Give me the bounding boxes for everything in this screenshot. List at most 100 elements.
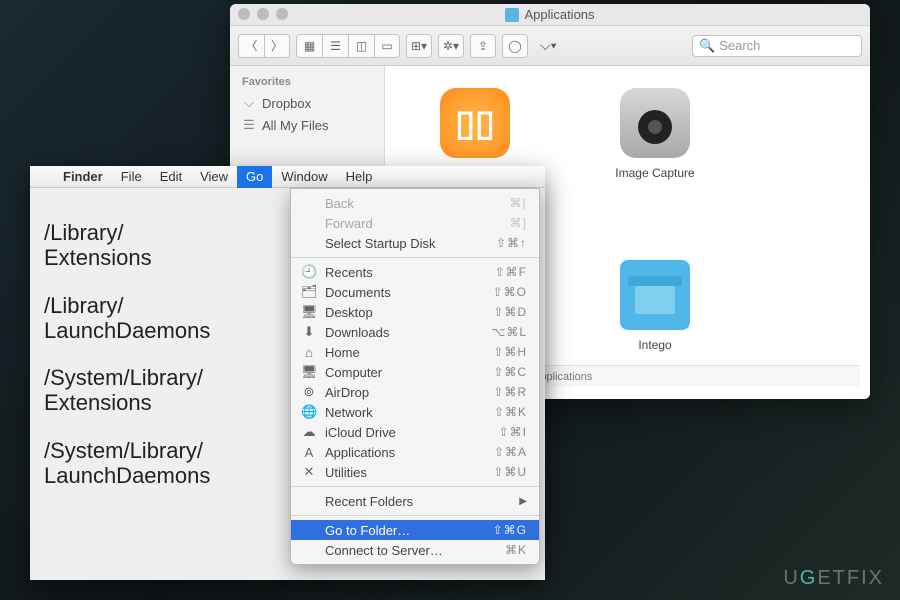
menu-item-network[interactable]: 🌐Network⇧⌘K <box>291 402 539 422</box>
app-image-capture[interactable]: Image Capture <box>605 88 705 180</box>
search-placeholder: Search <box>719 38 760 53</box>
sidebar-item-dropbox[interactable]: ⌵ Dropbox <box>230 92 384 114</box>
menu-item-label: Recent Folders <box>325 494 511 509</box>
menu-item-icon: ⬇ <box>301 324 317 340</box>
menu-item-downloads[interactable]: ⬇ Downloads ⌥⌘L <box>291 322 539 342</box>
menu-item-home[interactable]: ⌂Home⇧⌘H <box>291 342 539 362</box>
menu-item-documents[interactable]: 🗂 Documents ⇧⌘O <box>291 282 539 302</box>
menu-item-shortcut: ⇧⌘K <box>494 405 527 419</box>
forward-button[interactable]: 〉 <box>264 34 290 58</box>
menu-item-forward: Forward ⌘] <box>291 213 539 233</box>
menu-item-utilities[interactable]: ✕Utilities⇧⌘U <box>291 462 539 482</box>
menu-item-icloud-drive[interactable]: ☁ iCloud Drive ⇧⌘I <box>291 422 539 442</box>
menu-item-label: Recents <box>325 265 487 280</box>
menu-separator <box>291 515 539 516</box>
menu-separator <box>291 257 539 258</box>
menu-item-label: AirDrop <box>325 385 485 400</box>
menu-item-label: Desktop <box>325 305 485 320</box>
menu-item-icon: 🖥 <box>301 364 317 380</box>
app-intego[interactable]: Intego <box>605 260 705 352</box>
folder-icon <box>505 8 519 22</box>
app-label: Intego <box>638 338 671 352</box>
chevron-right-icon: ▶ <box>519 496 527 507</box>
sidebar-item-allmyfiles[interactable]: ☰ All My Files <box>230 114 384 136</box>
menu-item-icon: A <box>301 445 317 460</box>
menubar-go[interactable]: Go <box>237 166 272 188</box>
menu-item-label: Go to Folder… <box>325 523 485 538</box>
list-view-button[interactable]: ☰ <box>322 34 348 58</box>
menu-item-shortcut: ⌘K <box>505 543 527 557</box>
window-title: Applications <box>505 7 594 22</box>
menubar-edit[interactable]: Edit <box>151 166 191 188</box>
menu-item-applications[interactable]: AApplications⇧⌘A <box>291 442 539 462</box>
menu-item-shortcut: ⇧⌘G <box>493 523 527 537</box>
menu-item-icon: ☁ <box>301 424 317 440</box>
menu-item-shortcut: ⌘] <box>510 216 527 230</box>
menu-item-shortcut: ⇧⌘U <box>493 465 527 479</box>
menu-item-desktop[interactable]: 🖥 Desktop ⇧⌘D <box>291 302 539 322</box>
path-text: /Library/ Extensions <box>44 220 210 271</box>
sidebar-item-label: All My Files <box>262 118 328 133</box>
menu-item-shortcut: ⇧⌘O <box>493 285 527 299</box>
menu-item-shortcut: ⇧⌘R <box>493 385 527 399</box>
dropbox-toolbar-icon[interactable]: ⌵▾ <box>534 37 563 54</box>
column-view-button[interactable]: ◫ <box>348 34 374 58</box>
menubar-view[interactable]: View <box>191 166 237 188</box>
menu-item-recents[interactable]: 🕘Recents⇧⌘F <box>291 262 539 282</box>
camera-icon <box>620 88 690 158</box>
menubar-window[interactable]: Window <box>272 166 336 188</box>
menubar-help[interactable]: Help <box>337 166 382 188</box>
menu-item-label: Select Startup Disk <box>325 236 488 251</box>
menu-item-shortcut: ⇧⌘A <box>494 445 527 459</box>
ibooks-icon: ▯▯ <box>440 88 510 158</box>
path-text: /Library/ LaunchDaemons <box>44 293 210 344</box>
menu-item-shortcut: ⌥⌘L <box>491 325 527 339</box>
menu-item-go-to-folder-[interactable]: Go to Folder… ⇧⌘G <box>291 520 539 540</box>
menu-item-shortcut: ⇧⌘D <box>493 305 527 319</box>
menu-item-label: Downloads <box>325 325 483 340</box>
menu-item-label: Back <box>325 196 502 211</box>
allfiles-icon: ☰ <box>242 117 256 133</box>
menu-item-icon: 🗂 <box>301 284 317 300</box>
menu-item-shortcut: ⇧⌘I <box>499 425 527 439</box>
menu-item-select-startup-disk[interactable]: Select Startup Disk⇧⌘↑ <box>291 233 539 253</box>
menu-item-icon: 🖥 <box>301 304 317 320</box>
app-label: Image Capture <box>615 166 694 180</box>
arrange-button[interactable]: ⊞▾ <box>406 34 432 58</box>
menu-item-label: Home <box>325 345 485 360</box>
gallery-view-button[interactable]: ▭ <box>374 34 400 58</box>
path-text: /System/Library/ Extensions <box>44 365 210 416</box>
action-button[interactable]: ✲▾ <box>438 34 464 58</box>
icon-view-button[interactable]: ▦ <box>296 34 322 58</box>
menubar-appname[interactable]: Finder <box>54 166 112 188</box>
window-controls[interactable] <box>238 8 288 20</box>
path-text: /System/Library/ LaunchDaemons <box>44 438 210 489</box>
menu-item-label: iCloud Drive <box>325 425 491 440</box>
tags-button[interactable]: ◯ <box>502 34 528 58</box>
view-buttons: ▦ ☰ ◫ ▭ <box>296 34 400 58</box>
zoom-icon[interactable] <box>276 8 288 20</box>
menu-item-icon: ✕ <box>301 464 317 480</box>
menu-item-recent-folders[interactable]: Recent Folders ▶ <box>291 491 539 511</box>
dropbox-icon: ⌵ <box>242 95 256 111</box>
back-button[interactable]: 〈 <box>238 34 264 58</box>
minimize-icon[interactable] <box>257 8 269 20</box>
menu-item-airdrop[interactable]: ⊚AirDrop⇧⌘R <box>291 382 539 402</box>
search-icon: 🔍 <box>699 38 715 54</box>
menubar-file[interactable]: File <box>112 166 151 188</box>
folder-app-icon <box>620 260 690 330</box>
search-input[interactable]: 🔍 Search <box>692 35 862 57</box>
menu-item-computer[interactable]: 🖥Computer⇧⌘C <box>291 362 539 382</box>
share-button[interactable]: ⇪ <box>470 34 496 58</box>
menu-separator <box>291 486 539 487</box>
nav-buttons: 〈 〉 <box>238 34 290 58</box>
menu-item-label: Computer <box>325 365 485 380</box>
menu-item-label: Forward <box>325 216 502 231</box>
sidebar-item-label: Dropbox <box>262 96 311 111</box>
menu-item-shortcut: ⇧⌘F <box>495 265 527 279</box>
finder-toolbar: 〈 〉 ▦ ☰ ◫ ▭ ⊞▾ ✲▾ ⇪ ◯ ⌵▾ 🔍 Search <box>230 26 870 66</box>
menu-item-label: Documents <box>325 285 485 300</box>
window-title-text: Applications <box>524 7 594 22</box>
close-icon[interactable] <box>238 8 250 20</box>
menu-item-connect-to-server-[interactable]: Connect to Server…⌘K <box>291 540 539 560</box>
